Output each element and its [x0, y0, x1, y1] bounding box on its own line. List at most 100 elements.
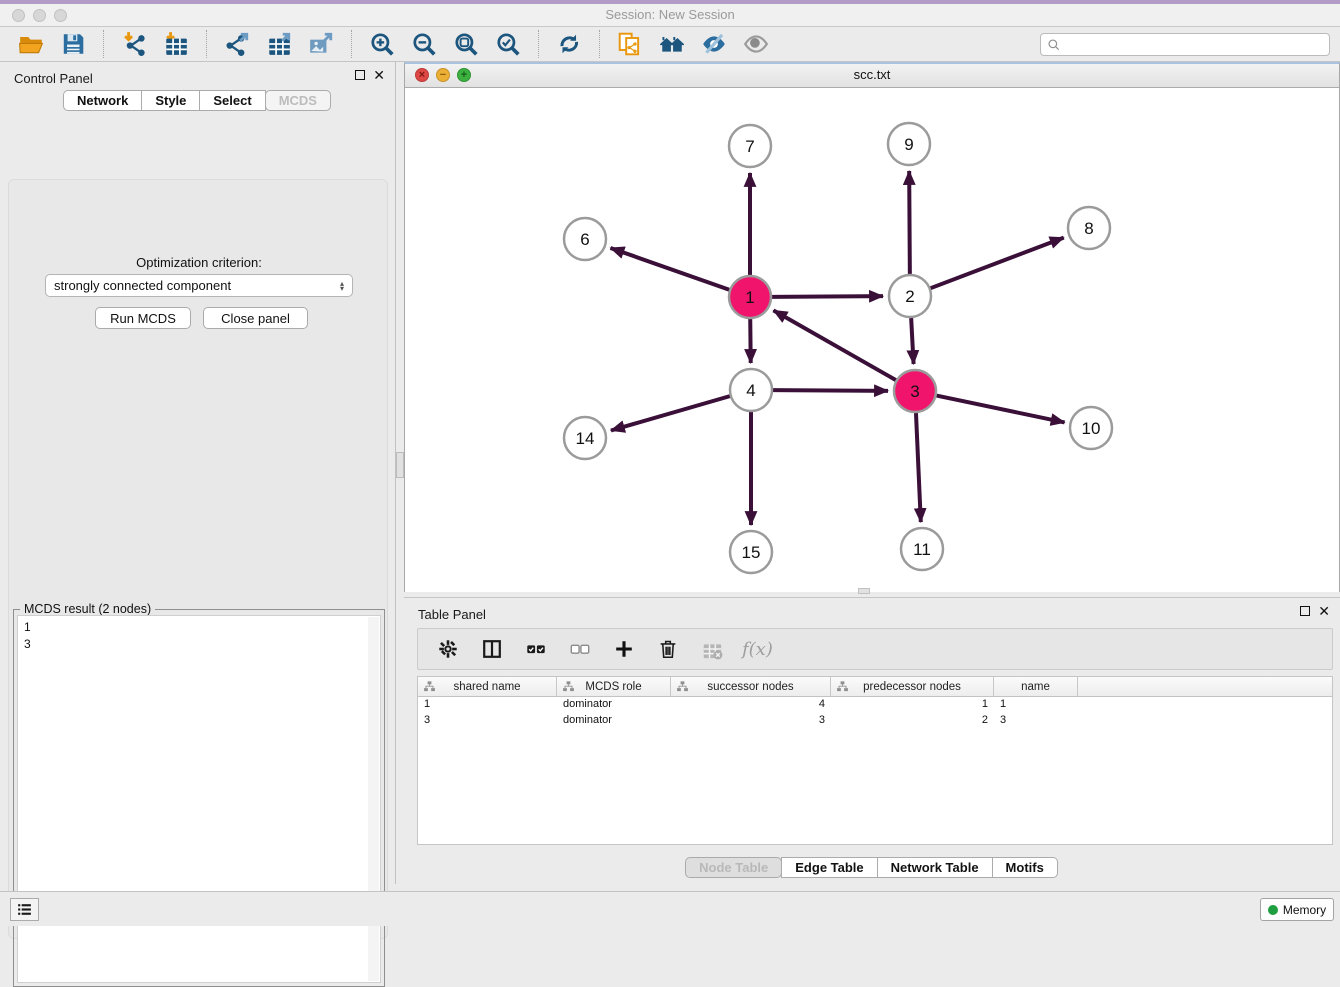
- cell-MCDS-role[interactable]: dominator: [557, 697, 671, 713]
- graph-node-3[interactable]: 3: [894, 370, 936, 412]
- table-tab-edge-table[interactable]: Edge Table: [781, 857, 877, 878]
- memory-button[interactable]: Memory: [1260, 898, 1334, 921]
- panel-splitter-handle[interactable]: [396, 452, 404, 478]
- edge-2-8[interactable]: [931, 238, 1064, 289]
- save-session-icon[interactable]: [58, 29, 88, 59]
- table-tab-motifs[interactable]: Motifs: [992, 857, 1058, 878]
- tab-network[interactable]: Network: [63, 90, 142, 111]
- zoom-out-icon[interactable]: [409, 29, 439, 59]
- edge-2-3[interactable]: [911, 318, 913, 364]
- zoom-in-icon[interactable]: [367, 29, 397, 59]
- graph-node-11[interactable]: 11: [901, 528, 943, 570]
- cell-name[interactable]: 1: [994, 697, 1078, 713]
- network-close-button[interactable]: ×: [415, 68, 429, 82]
- zoom-window-button[interactable]: [54, 9, 67, 22]
- edge-4-3[interactable]: [773, 390, 888, 391]
- graph-node-1[interactable]: 1: [729, 276, 771, 318]
- table-header-row: shared nameMCDS rolesuccessor nodesprede…: [418, 677, 1332, 697]
- edge-1-2[interactable]: [772, 296, 883, 297]
- optimization-dropdown[interactable]: strongly connected component ▴▾: [45, 274, 353, 297]
- export-table-icon[interactable]: [264, 29, 294, 59]
- export-image-icon[interactable]: [306, 29, 336, 59]
- export-network-icon[interactable]: [222, 29, 252, 59]
- network-maximize-button[interactable]: +: [457, 68, 471, 82]
- mcds-result-text: 1 3: [18, 616, 380, 653]
- table-tab-network-table[interactable]: Network Table: [877, 857, 993, 878]
- control-panel-title: Control Panel: [14, 71, 93, 86]
- task-history-button[interactable]: [10, 898, 39, 921]
- graph-node-8[interactable]: 8: [1068, 207, 1110, 249]
- cell-shared-name[interactable]: 1: [418, 697, 557, 713]
- table-row[interactable]: 1dominator411: [418, 697, 1332, 713]
- result-scrollbar[interactable]: [368, 617, 379, 981]
- float-panel-icon[interactable]: [355, 70, 365, 80]
- tab-mcds[interactable]: MCDS: [265, 90, 331, 111]
- mcds-result-area[interactable]: 1 3: [17, 615, 381, 983]
- cell-shared-name[interactable]: 3: [418, 713, 557, 729]
- column-header-MCDS-role[interactable]: MCDS role: [557, 677, 671, 696]
- first-neighbors-icon[interactable]: [657, 29, 687, 59]
- network-minimize-button[interactable]: −: [436, 68, 450, 82]
- cell-name[interactable]: 3: [994, 713, 1078, 729]
- cell-successor-nodes[interactable]: 4: [671, 697, 831, 713]
- delete-column-icon[interactable]: [653, 634, 683, 664]
- edge-1-6[interactable]: [610, 248, 729, 290]
- horizontal-splitter-handle[interactable]: [858, 588, 870, 594]
- show-all-icon[interactable]: [741, 29, 771, 59]
- refresh-layout-icon[interactable]: [554, 29, 584, 59]
- table-settings-icon[interactable]: [433, 634, 463, 664]
- table-row[interactable]: 3dominator323: [418, 713, 1332, 729]
- zoom-selected-icon[interactable]: [493, 29, 523, 59]
- close-window-button[interactable]: [12, 9, 25, 22]
- graph-node-4[interactable]: 4: [730, 369, 772, 411]
- graph-node-10[interactable]: 10: [1070, 407, 1112, 449]
- close-panel-icon[interactable]: ✕: [373, 70, 385, 80]
- hide-selected-icon[interactable]: [699, 29, 729, 59]
- graph-node-2[interactable]: 2: [889, 275, 931, 317]
- edge-3-10[interactable]: [937, 396, 1065, 423]
- cell-MCDS-role[interactable]: dominator: [557, 713, 671, 729]
- run-mcds-button[interactable]: Run MCDS: [95, 307, 191, 329]
- tab-select[interactable]: Select: [199, 90, 265, 111]
- cell-predecessor-nodes[interactable]: 2: [831, 713, 994, 729]
- column-header-shared-name[interactable]: shared name: [418, 677, 557, 696]
- graph-node-6[interactable]: 6: [564, 218, 606, 260]
- tab-style[interactable]: Style: [141, 90, 200, 111]
- search-input[interactable]: [1061, 34, 1329, 55]
- network-window-titlebar[interactable]: × − + scc.txt: [405, 64, 1339, 88]
- float-table-panel-icon[interactable]: [1300, 606, 1310, 616]
- delete-table-icon[interactable]: [697, 634, 727, 664]
- node-label: 2: [905, 287, 914, 306]
- graph-node-7[interactable]: 7: [729, 125, 771, 167]
- select-all-rows-icon[interactable]: [521, 634, 551, 664]
- duplicate-network-icon[interactable]: [615, 29, 645, 59]
- network-canvas[interactable]: 7 9 6 8 1 2 4 3 14 10 15 11: [405, 88, 1339, 592]
- column-header-successor-nodes[interactable]: successor nodes: [671, 677, 831, 696]
- split-panel-icon[interactable]: [477, 634, 507, 664]
- table-tab-node-table[interactable]: Node Table: [685, 857, 782, 878]
- graph-node-14[interactable]: 14: [564, 417, 606, 459]
- import-table-icon[interactable]: [161, 29, 191, 59]
- close-panel-button[interactable]: Close panel: [203, 307, 308, 329]
- deselect-all-rows-icon[interactable]: [565, 634, 595, 664]
- minimize-window-button[interactable]: [33, 9, 46, 22]
- edge-4-14[interactable]: [611, 396, 730, 430]
- list-icon: [16, 901, 33, 918]
- column-header-name[interactable]: name: [994, 677, 1078, 696]
- node-label: 1: [745, 288, 754, 307]
- function-builder-icon[interactable]: f(x): [742, 639, 773, 660]
- node-label: 11: [913, 540, 931, 559]
- import-network-icon[interactable]: [119, 29, 149, 59]
- graph-node-9[interactable]: 9: [888, 123, 930, 165]
- edge-2-9[interactable]: [909, 171, 910, 274]
- close-table-panel-icon[interactable]: ✕: [1318, 606, 1330, 616]
- zoom-fit-icon[interactable]: [451, 29, 481, 59]
- open-file-icon[interactable]: [16, 29, 46, 59]
- graph-node-15[interactable]: 15: [730, 531, 772, 573]
- cell-successor-nodes[interactable]: 3: [671, 713, 831, 729]
- edge-3-11[interactable]: [916, 413, 921, 522]
- edge-3-1[interactable]: [773, 310, 895, 380]
- column-header-predecessor-nodes[interactable]: predecessor nodes: [831, 677, 994, 696]
- cell-predecessor-nodes[interactable]: 1: [831, 697, 994, 713]
- add-column-icon[interactable]: [609, 634, 639, 664]
